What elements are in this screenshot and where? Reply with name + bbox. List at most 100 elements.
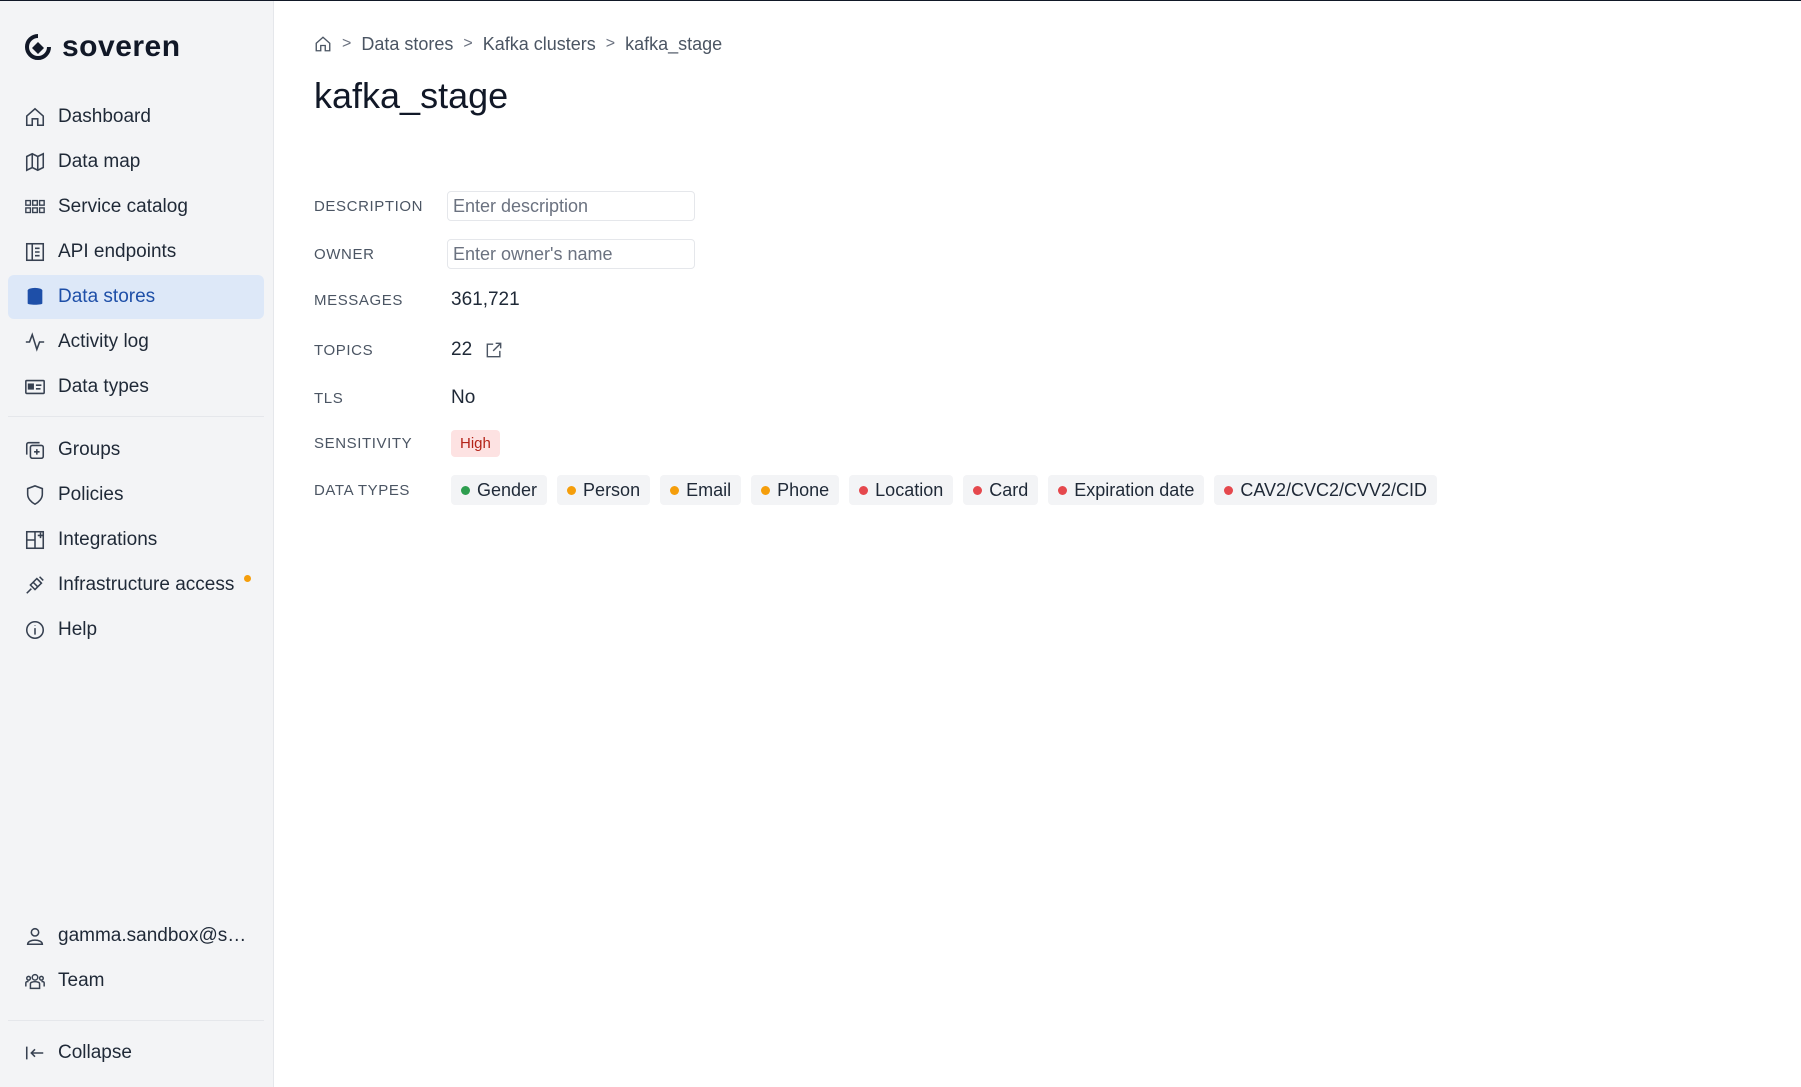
nav-label: Help — [58, 619, 98, 640]
home-icon[interactable] — [314, 35, 332, 53]
logo-text: soveren — [62, 30, 181, 63]
nav-label: Groups — [58, 439, 121, 460]
data-type-tag[interactable]: Gender — [451, 475, 548, 505]
nav-label: Data map — [58, 151, 141, 172]
data-type-label: Expiration date — [1074, 479, 1195, 500]
nav-label: Data stores — [58, 286, 156, 307]
status-dot-icon — [567, 485, 577, 495]
data-type-label: Person — [583, 479, 641, 500]
breadcrumb-data-stores[interactable]: Data stores — [361, 34, 453, 55]
page-title: kafka_stage — [314, 75, 509, 116]
status-dot-icon — [859, 485, 869, 495]
team-icon — [25, 973, 45, 990]
data-type-label: Gender — [477, 479, 538, 500]
user-icon — [26, 927, 44, 946]
data-type-tag[interactable]: Location — [849, 475, 954, 505]
chevron-right-icon: > — [463, 35, 473, 52]
nav-item-policies[interactable]: Policies — [8, 473, 264, 517]
grid-icon — [25, 199, 45, 214]
breadcrumb-current: kafka_stage — [625, 33, 723, 54]
nav-item-data-types[interactable]: Data types — [8, 365, 264, 409]
secondary-nav: Groups Policies Integrations Infrastruct… — [8, 428, 264, 653]
nav-label: gamma.sandbox@so... — [58, 925, 248, 946]
owner-input[interactable] — [447, 239, 695, 269]
api-endpoints-icon — [25, 242, 45, 262]
nav-item-api-endpoints[interactable]: API endpoints — [8, 230, 264, 274]
owner-label: OWNER — [314, 245, 375, 263]
data-type-label: Card — [989, 479, 1029, 500]
notification-dot — [244, 575, 251, 582]
plug-icon — [26, 576, 44, 594]
description-label: DESCRIPTION — [314, 197, 424, 215]
topics-value-group: 22 — [447, 339, 504, 361]
sidebar: soveren Dashboard Data map Service catal… — [0, 1, 274, 1087]
messages-row: MESSAGES 361,721 — [314, 289, 520, 311]
nav-item-data-stores[interactable]: Data stores — [8, 275, 264, 319]
nav-item-dashboard[interactable]: Dashboard — [8, 95, 264, 139]
owner-row: OWNER — [314, 239, 695, 269]
collapse-button[interactable]: Collapse — [8, 1031, 264, 1075]
data-type-tag[interactable]: Phone — [751, 475, 840, 505]
data-type-tag[interactable]: Expiration date — [1048, 475, 1205, 505]
footer-nav: gamma.sandbox@so... Team — [8, 914, 264, 1004]
data-type-tags: Gender Person Email Phone Location Card Expira… — [451, 475, 1438, 505]
nav-item-activity-log[interactable]: Activity log — [8, 320, 264, 364]
data-type-tag[interactable]: Card — [963, 475, 1039, 505]
nav-item-groups[interactable]: Groups — [8, 428, 264, 472]
sensitivity-row: SENSITIVITY High — [314, 430, 500, 457]
nav-label: API endpoints — [58, 241, 177, 262]
data-type-tag[interactable]: Email — [660, 475, 742, 505]
data-type-label: Email — [686, 479, 732, 500]
nav-label: Integrations — [58, 529, 158, 550]
chevron-right-icon: > — [605, 35, 616, 52]
groups-icon — [25, 441, 45, 460]
nav-label: Policies — [58, 484, 124, 505]
data-type-tag[interactable]: Person — [557, 475, 651, 505]
status-dot-icon — [670, 485, 680, 495]
id-card-icon — [25, 379, 45, 395]
nav-label: Data types — [58, 376, 149, 397]
data-type-tag[interactable]: CAV2/CVC2/CVV2/CID — [1214, 475, 1438, 505]
logo[interactable]: soveren — [24, 29, 181, 65]
data-type-label: Phone — [777, 479, 830, 500]
sensitivity-label: SENSITIVITY — [314, 435, 413, 452]
sensitivity-badge: High — [451, 430, 500, 457]
activity-icon — [25, 332, 45, 352]
nav-label: Infrastructure access — [58, 574, 235, 595]
description-input[interactable] — [447, 191, 695, 221]
database-icon — [27, 287, 43, 305]
tls-row: TLS No — [314, 387, 475, 409]
map-icon — [25, 152, 45, 172]
nav-item-integrations[interactable]: Integrations — [8, 518, 264, 562]
nav-item-service-catalog[interactable]: Service catalog — [8, 185, 264, 229]
status-dot-icon — [761, 485, 771, 495]
topics-label: TOPICS — [314, 341, 374, 359]
shield-icon — [26, 485, 44, 506]
data-types-row: DATA TYPES Gender Person Email Phone Locatio… — [314, 475, 1438, 505]
nav-label: Dashboard — [58, 106, 151, 127]
data-types-label: DATA TYPES — [314, 481, 411, 499]
external-link-icon[interactable] — [484, 340, 504, 360]
nav-label: Collapse — [58, 1042, 132, 1063]
nav-item-help[interactable]: Help — [8, 608, 264, 652]
nav-label: Team — [58, 970, 105, 991]
messages-label: MESSAGES — [314, 291, 403, 309]
nav-label: Activity log — [58, 331, 149, 352]
topics-value: 22 — [451, 339, 473, 360]
collapse-icon — [25, 1046, 44, 1060]
tls-label: TLS — [314, 389, 344, 407]
nav-item-team[interactable]: Team — [8, 959, 264, 1003]
nav-item-user-account[interactable]: gamma.sandbox@so... — [8, 914, 264, 958]
chevron-right-icon: > — [342, 35, 352, 52]
tls-value: No — [451, 387, 476, 408]
messages-value: 361,721 — [451, 289, 520, 310]
description-row: DESCRIPTION — [314, 191, 695, 221]
data-type-label: CAV2/CVC2/CVV2/CID — [1240, 479, 1428, 500]
topics-row: TOPICS 22 — [314, 339, 504, 361]
nav-item-data-map[interactable]: Data map — [8, 140, 264, 184]
footer-divider — [8, 1020, 264, 1021]
breadcrumb-kafka-clusters[interactable]: Kafka clusters — [483, 34, 596, 55]
soveren-logo-icon — [25, 34, 51, 60]
nav-item-infrastructure-access[interactable]: Infrastructure access — [8, 563, 264, 607]
status-dot-icon — [461, 485, 470, 495]
